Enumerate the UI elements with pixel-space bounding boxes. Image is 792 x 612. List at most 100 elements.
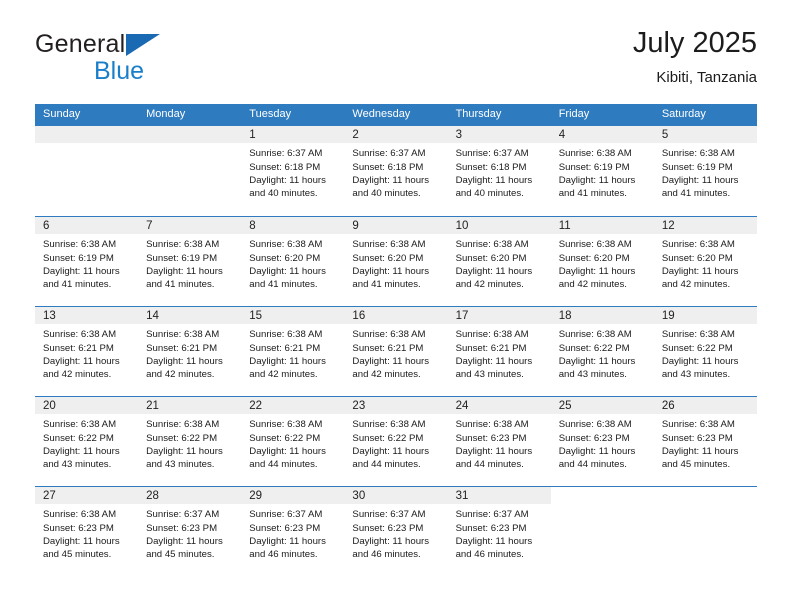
calendar-day-cell[interactable]: 21 Sunrise: 6:38 AM Sunset: 6:22 PM Dayligh… [138, 397, 242, 486]
daylight-text-line2: and 41 minutes. [43, 279, 112, 291]
calendar-week-row: 20 Sunrise: 6:38 AM Sunset: 6:22 PM Dayligh… [35, 396, 757, 486]
weekday-header-friday: Friday [558, 108, 590, 120]
calendar-day-cell[interactable]: 12 Sunrise: 6:38 AM Sunset: 6:20 PM Dayligh… [653, 217, 757, 306]
calendar-day-cell[interactable]: 15 Sunrise: 6:38 AM Sunset: 6:21 PM Dayligh… [241, 307, 345, 396]
sunset-text: Sunset: 6:19 PM [661, 161, 733, 173]
sunset-text: Sunset: 6:22 PM [43, 432, 114, 444]
calendar-day-cell[interactable]: 10 Sunrise: 6:38 AM Sunset: 6:20 PM Dayligh… [447, 217, 551, 306]
sunset-text: Sunset: 6:22 PM [146, 432, 218, 444]
calendar-page: General Blue July 2025 Kibiti, Tanzania … [0, 0, 792, 612]
daylight-text-line2: and 41 minutes. [558, 188, 627, 200]
calendar-day-cell[interactable]: 9 Sunrise: 6:38 AM Sunset: 6:20 PM Daylight… [344, 217, 448, 306]
calendar-day-cell[interactable]: 27 Sunrise: 6:38 AM Sunset: 6:23 PM Dayligh… [35, 487, 139, 576]
calendar-day-cell[interactable]: 7 Sunrise: 6:38 AM Sunset: 6:19 PM Daylight… [138, 217, 242, 306]
daylight-text-line2: and 43 minutes. [146, 459, 215, 471]
day-details: Sunrise: 6:38 AM Sunset: 6:21 PM Daylight:… [448, 324, 551, 382]
calendar-day-cell[interactable]: 6 Sunrise: 6:38 AM Sunset: 6:19 PM Daylight… [35, 217, 139, 306]
sunrise-text: Sunrise: 6:38 AM [43, 509, 117, 521]
day-details: Sunrise: 6:38 AM Sunset: 6:22 PM Daylight:… [654, 324, 757, 382]
calendar-day-cell[interactable]: 25 Sunrise: 6:38 AM Sunset: 6:23 PM Dayligh… [550, 397, 654, 486]
calendar-day-cell[interactable]: 30 Sunrise: 6:37 AM Sunset: 6:23 PM Dayligh… [344, 487, 448, 576]
daylight-text-line1: Daylight: 11 hours [43, 356, 120, 367]
weekday-header-sunday: Sunday [43, 108, 81, 120]
sunrise-text: Sunrise: 6:38 AM [558, 239, 632, 251]
calendar-day-cell[interactable]: 26 Sunrise: 6:38 AM Sunset: 6:23 PM Dayligh… [653, 397, 757, 486]
daylight-text-line2: and 41 minutes. [661, 188, 731, 200]
day-number: 16 [344, 307, 448, 325]
calendar-day-cell[interactable]: 22 Sunrise: 6:38 AM Sunset: 6:22 PM Dayligh… [241, 397, 345, 486]
brand-word-general: General [35, 30, 126, 58]
calendar-day-cell[interactable]: 11 Sunrise: 6:38 AM Sunset: 6:20 PM Dayligh… [550, 217, 654, 306]
calendar-day-cell[interactable]: 29 Sunrise: 6:37 AM Sunset: 6:23 PM Dayligh… [241, 487, 345, 576]
calendar-empty-cell [35, 126, 139, 216]
sunset-text: Sunset: 6:23 PM [352, 522, 424, 534]
day-details: Sunrise: 6:38 AM Sunset: 6:20 PM Daylight:… [241, 234, 344, 292]
sunrise-text: Sunrise: 6:38 AM [249, 329, 323, 341]
calendar-day-cell[interactable]: 5 Sunrise: 6:38 AM Sunset: 6:19 PM Daylight… [653, 126, 757, 216]
sunset-text: Sunset: 6:19 PM [558, 161, 630, 173]
daylight-text-line1: Daylight: 11 hours [43, 446, 120, 457]
day-number: 5 [653, 126, 757, 144]
day-details: Sunrise: 6:38 AM Sunset: 6:22 PM Daylight:… [241, 414, 344, 472]
daylight-text-line2: and 42 minutes. [43, 369, 112, 381]
daylight-text-line2: and 46 minutes. [249, 549, 318, 561]
sunset-text: Sunset: 6:21 PM [146, 342, 218, 354]
daylight-text-line1: Daylight: 11 hours [661, 266, 739, 277]
sunrise-text: Sunrise: 6:38 AM [661, 148, 735, 160]
daylight-text-line1: Daylight: 11 hours [661, 356, 739, 367]
daylight-text-line2: and 44 minutes. [352, 459, 421, 471]
weekday-header-tuesday: Tuesday [249, 108, 292, 120]
daylight-text-line2: and 44 minutes. [558, 459, 627, 471]
calendar-empty-cell [654, 487, 757, 576]
day-details: Sunrise: 6:37 AM Sunset: 6:23 PM Daylight:… [241, 504, 344, 562]
sunset-text: Sunset: 6:18 PM [352, 161, 424, 173]
daylight-text-line2: and 41 minutes. [249, 279, 318, 291]
day-number: 27 [35, 487, 139, 505]
day-number: 10 [447, 217, 551, 235]
calendar-day-cell[interactable]: 16 Sunrise: 6:38 AM Sunset: 6:21 PM Dayligh… [344, 307, 448, 396]
daylight-text-line2: and 43 minutes. [455, 369, 524, 381]
daylight-text-line2: and 45 minutes. [43, 549, 112, 561]
daylight-text-line2: and 40 minutes. [455, 188, 524, 200]
daylight-text-line1: Daylight: 11 hours [352, 446, 430, 457]
sunrise-text: Sunrise: 6:38 AM [661, 329, 735, 341]
calendar-grid: Sunday Monday Tuesday Wednesday Thursday… [35, 104, 757, 576]
calendar-day-cell[interactable]: 13 Sunrise: 6:38 AM Sunset: 6:21 PM Dayligh… [35, 307, 139, 396]
day-details: Sunrise: 6:38 AM Sunset: 6:20 PM Daylight:… [551, 234, 654, 292]
calendar-weeks: 1 Sunrise: 6:37 AM Sunset: 6:18 PM Daylight… [35, 126, 757, 576]
daylight-text-line2: and 41 minutes. [352, 279, 421, 291]
calendar-day-cell[interactable]: 23 Sunrise: 6:38 AM Sunset: 6:22 PM Dayligh… [344, 397, 448, 486]
day-number: 4 [550, 126, 654, 144]
daylight-text-line1: Daylight: 11 hours [43, 266, 120, 277]
day-number: 14 [138, 307, 242, 325]
sunset-text: Sunset: 6:20 PM [661, 252, 733, 264]
calendar-day-cell[interactable]: 20 Sunrise: 6:38 AM Sunset: 6:22 PM Dayligh… [35, 397, 139, 486]
day-details: Sunrise: 6:38 AM Sunset: 6:20 PM Daylight:… [654, 234, 757, 292]
daylight-text-line2: and 44 minutes. [455, 459, 524, 471]
sunrise-text: Sunrise: 6:37 AM [455, 509, 529, 521]
daylight-text-line1: Daylight: 11 hours [249, 446, 326, 457]
day-details: Sunrise: 6:38 AM Sunset: 6:19 PM Daylight:… [551, 143, 654, 201]
sunset-text: Sunset: 6:22 PM [558, 342, 630, 354]
daylight-text-line1: Daylight: 11 hours [146, 356, 223, 367]
calendar-day-cell[interactable]: 3 Sunrise: 6:37 AM Sunset: 6:18 PM Daylight… [447, 126, 551, 216]
daylight-text-line2: and 42 minutes. [558, 279, 627, 291]
calendar-day-cell[interactable]: 19 Sunrise: 6:38 AM Sunset: 6:22 PM Dayligh… [653, 307, 757, 396]
calendar-day-cell[interactable]: 2 Sunrise: 6:37 AM Sunset: 6:18 PM Daylight… [344, 126, 448, 216]
calendar-day-cell[interactable]: 17 Sunrise: 6:38 AM Sunset: 6:21 PM Dayligh… [447, 307, 551, 396]
calendar-day-cell[interactable]: 31 Sunrise: 6:37 AM Sunset: 6:23 PM Dayligh… [447, 487, 551, 576]
calendar-day-cell[interactable]: 14 Sunrise: 6:38 AM Sunset: 6:21 PM Dayligh… [138, 307, 242, 396]
sunset-text: Sunset: 6:22 PM [661, 342, 733, 354]
calendar-day-cell[interactable]: 24 Sunrise: 6:38 AM Sunset: 6:23 PM Dayligh… [447, 397, 551, 486]
calendar-day-cell[interactable]: 4 Sunrise: 6:38 AM Sunset: 6:19 PM Daylight… [550, 126, 654, 216]
day-number: 15 [241, 307, 345, 325]
brand-logo[interactable]: General Blue [35, 32, 275, 84]
calendar-day-cell[interactable]: 8 Sunrise: 6:38 AM Sunset: 6:20 PM Daylight… [241, 217, 345, 306]
calendar-day-cell[interactable]: 28 Sunrise: 6:37 AM Sunset: 6:23 PM Dayligh… [138, 487, 242, 576]
daylight-text-line2: and 42 minutes. [146, 369, 215, 381]
daylight-text-line2: and 45 minutes. [661, 459, 731, 471]
sunset-text: Sunset: 6:23 PM [249, 522, 321, 534]
calendar-day-cell[interactable]: 18 Sunrise: 6:38 AM Sunset: 6:22 PM Dayligh… [550, 307, 654, 396]
calendar-day-cell[interactable]: 1 Sunrise: 6:37 AM Sunset: 6:18 PM Daylight… [241, 126, 345, 216]
daylight-text-line1: Daylight: 11 hours [352, 175, 430, 186]
